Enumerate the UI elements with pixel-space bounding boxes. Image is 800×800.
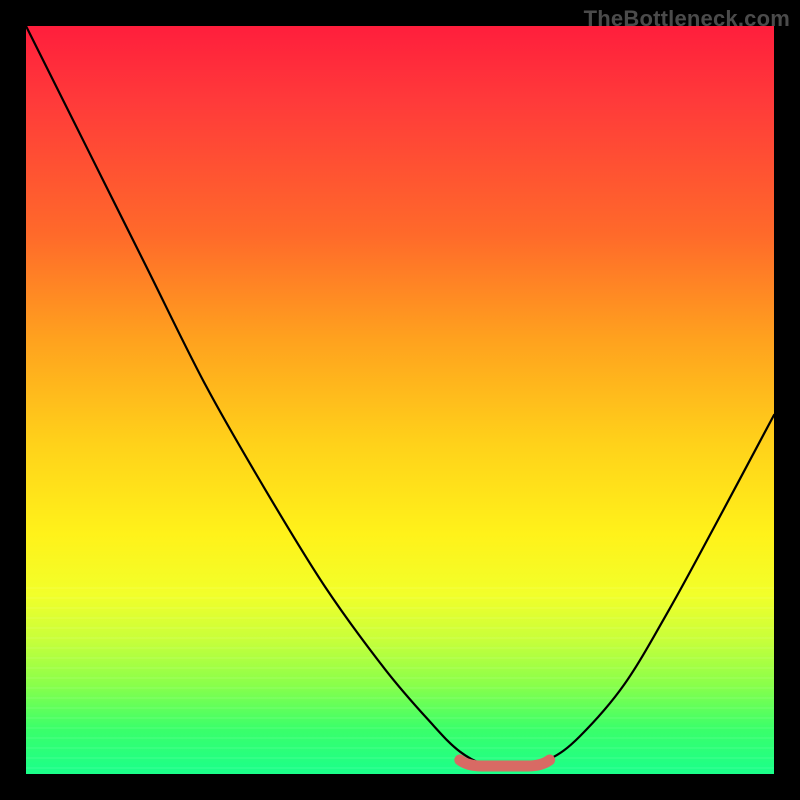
chart-frame: TheBottleneck.com [0,0,800,800]
plot-area [26,26,774,774]
watermark-text: TheBottleneck.com [584,6,790,32]
optimal-range-marker [460,760,550,766]
bottleneck-curve-svg [26,26,774,774]
bottleneck-curve [26,26,774,768]
